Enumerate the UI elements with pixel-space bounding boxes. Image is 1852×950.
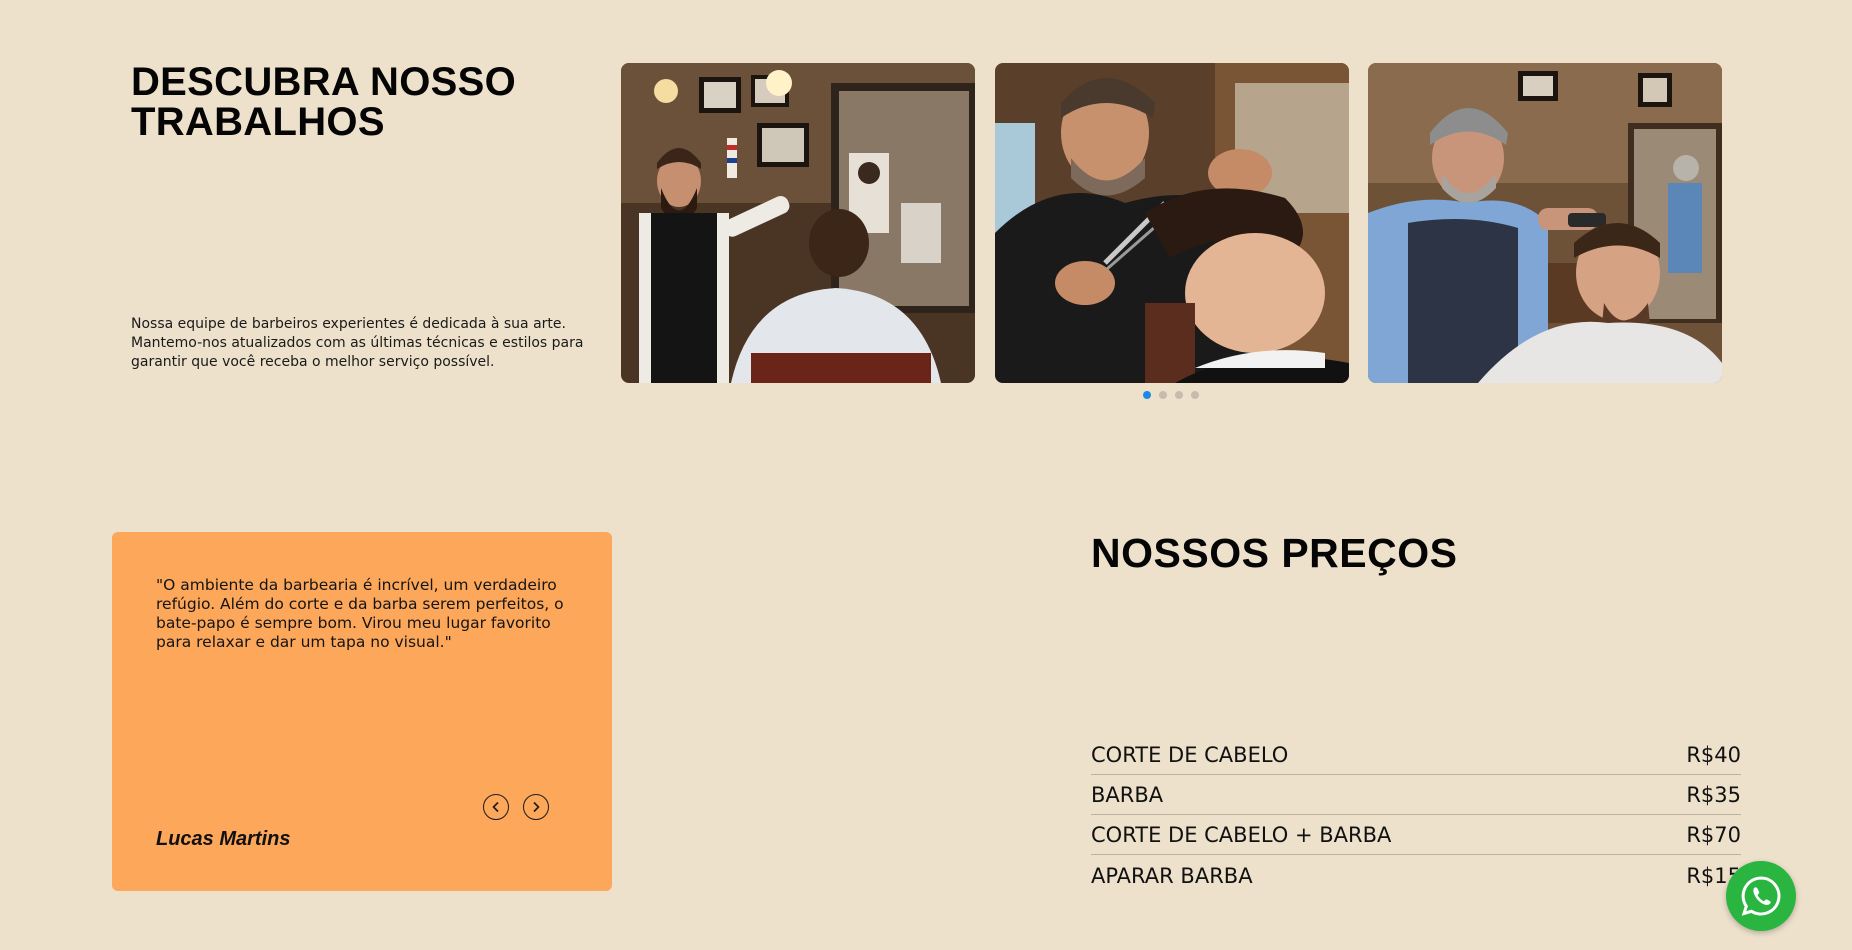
carousel-dot-2[interactable] [1159, 391, 1167, 399]
service-price: R$70 [1686, 823, 1741, 847]
works-carousel[interactable] [621, 63, 1722, 383]
carousel-slide-1[interactable] [621, 63, 975, 383]
service-name: CORTE DE CABELO [1091, 743, 1289, 767]
barber-photo-2 [995, 63, 1349, 383]
price-row: APARAR BARBA R$15 [1091, 856, 1741, 895]
price-row: CORTE DE CABELO + BARBA R$70 [1091, 816, 1741, 855]
barber-photo-1 [621, 63, 975, 383]
carousel-slide-2[interactable] [995, 63, 1349, 383]
whatsapp-button[interactable] [1726, 861, 1796, 931]
whatsapp-icon [1741, 876, 1781, 916]
carousel-dot-4[interactable] [1191, 391, 1199, 399]
testimonial-quote: "O ambiente da barbearia é incrível, um … [156, 576, 564, 651]
price-list: CORTE DE CABELO R$40 BARBA R$35 CORTE DE… [1091, 736, 1741, 895]
price-row: CORTE DE CABELO R$40 [1091, 736, 1741, 775]
chevron-right-icon [533, 801, 540, 813]
testimonial-prev-button[interactable] [483, 794, 509, 820]
prices-title: NOSSOS PREÇOS [1091, 530, 1458, 576]
service-price: R$40 [1686, 743, 1741, 767]
works-description: Nossa equipe de barbeiros experientes é … [131, 316, 584, 370]
carousel-slide-3[interactable] [1368, 63, 1722, 383]
carousel-dot-1[interactable] [1143, 391, 1151, 399]
testimonial-author: Lucas Martins [156, 828, 291, 850]
carousel-dot-3[interactable] [1175, 391, 1183, 399]
service-name: CORTE DE CABELO + BARBA [1091, 823, 1392, 847]
carousel-pagination [1143, 391, 1199, 399]
chevron-left-icon [492, 801, 499, 813]
service-name: BARBA [1091, 783, 1164, 807]
service-name: APARAR BARBA [1091, 863, 1253, 888]
service-price: R$35 [1686, 783, 1741, 807]
barber-photo-3 [1368, 63, 1722, 383]
price-row: BARBA R$35 [1091, 776, 1741, 815]
testimonial-next-button[interactable] [523, 794, 549, 820]
testimonial-card: "O ambiente da barbearia é incrível, um … [112, 532, 612, 891]
works-title: DESCUBRA NOSSO TRABALHOS [131, 60, 516, 144]
